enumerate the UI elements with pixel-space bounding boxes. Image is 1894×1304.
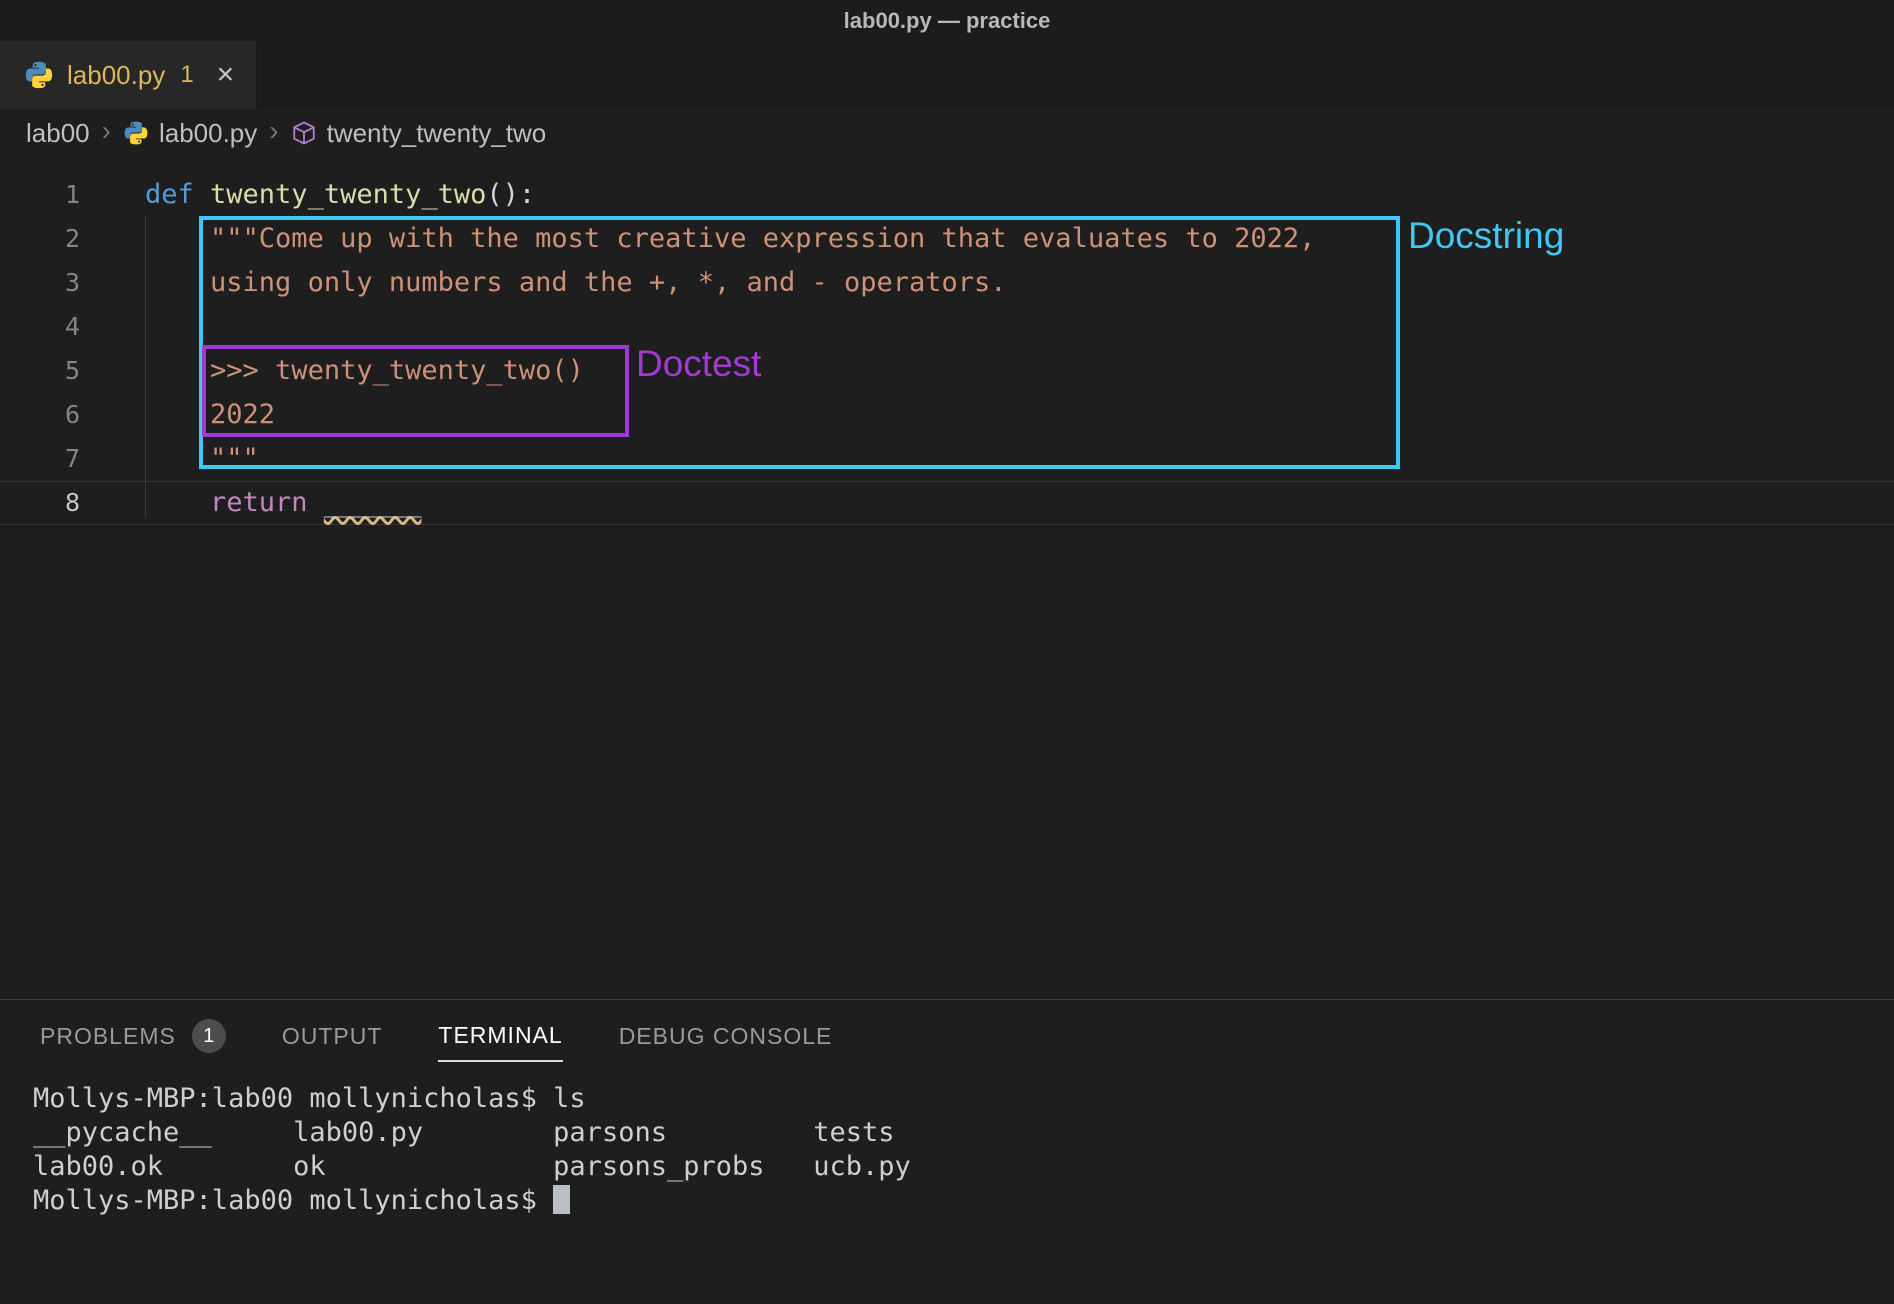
- terminal[interactable]: Mollys-MBP:lab00 mollynicholas$ ls__pyca…: [0, 1072, 1894, 1218]
- line-number: 4: [0, 305, 100, 349]
- code-lines: 1def twenty_twenty_two():2 """Come up wi…: [0, 173, 1894, 525]
- panel-tab-problems[interactable]: PROBLEMS 1: [40, 1010, 226, 1062]
- code-token: [145, 355, 210, 386]
- terminal-line: lab00.ok ok parsons_probs ucb.py: [33, 1150, 1894, 1184]
- code-token: """: [210, 443, 259, 474]
- code-token: >>> twenty_twenty_two(): [210, 355, 584, 386]
- code-text: """Come up with the most creative expres…: [100, 217, 1315, 261]
- panel-tab-label: TERMINAL: [438, 1022, 562, 1049]
- breadcrumb-file[interactable]: lab00.py: [159, 118, 257, 149]
- code-line[interactable]: 5 >>> twenty_twenty_two(): [0, 349, 1894, 393]
- code-token: [145, 399, 210, 430]
- code-token: [145, 267, 210, 298]
- vscode-window: lab00.py — practice lab00.py 1 × lab00 ›…: [0, 0, 1894, 1304]
- breadcrumb-symbol[interactable]: twenty_twenty_two: [327, 118, 547, 149]
- editor-tab-lab00[interactable]: lab00.py 1 ×: [0, 41, 257, 109]
- code-editor[interactable]: 1def twenty_twenty_two():2 """Come up wi…: [0, 157, 1894, 999]
- line-number: 1: [0, 173, 100, 217]
- tab-problem-count: 1: [180, 61, 193, 89]
- line-number: 8: [0, 481, 100, 525]
- code-text: 2022: [100, 393, 275, 437]
- python-file-icon: [24, 60, 54, 90]
- panel-tab-terminal[interactable]: TERMINAL: [438, 1010, 562, 1062]
- code-text: >>> twenty_twenty_two(): [100, 349, 584, 393]
- python-file-icon: [123, 120, 149, 146]
- code-line[interactable]: 8 return ______: [0, 481, 1894, 525]
- panel-tab-label: OUTPUT: [282, 1023, 383, 1050]
- line-number: 2: [0, 217, 100, 261]
- code-token: twenty_twenty_two: [210, 179, 486, 210]
- panel-tab-label: PROBLEMS: [40, 1023, 176, 1050]
- terminal-cursor: [553, 1185, 570, 1214]
- code-line[interactable]: 7 """: [0, 437, 1894, 481]
- code-text: def twenty_twenty_two():: [100, 173, 535, 217]
- tab-label: lab00.py: [67, 60, 165, 91]
- line-number: 7: [0, 437, 100, 481]
- code-text: [100, 305, 145, 349]
- line-number: 6: [0, 393, 100, 437]
- code-token: [145, 487, 210, 518]
- panel-tab-debug-console[interactable]: DEBUG CONSOLE: [619, 1010, 833, 1062]
- code-token: 2022: [210, 399, 275, 430]
- code-text: using only numbers and the +, *, and - o…: [100, 261, 1007, 305]
- panel-tabs: PROBLEMS 1 OUTPUT TERMINAL DEBUG CONSOLE: [0, 1000, 1894, 1072]
- panel-tab-output[interactable]: OUTPUT: [282, 1010, 383, 1062]
- code-text: """: [100, 437, 259, 481]
- code-token: using only numbers and the +, *, and - o…: [210, 267, 1007, 298]
- code-token: def: [145, 179, 210, 210]
- chevron-right-icon: ›: [267, 117, 280, 149]
- code-token: [145, 223, 210, 254]
- code-line[interactable]: 6 2022: [0, 393, 1894, 437]
- window-title: lab00.py — practice: [844, 8, 1051, 34]
- line-number: 3: [0, 261, 100, 305]
- breadcrumb: lab00 › lab00.py › twenty_twenty_two: [0, 109, 1894, 157]
- indent-guide: [145, 217, 146, 517]
- code-token: [145, 443, 210, 474]
- panel-tab-label: DEBUG CONSOLE: [619, 1023, 833, 1050]
- chevron-right-icon: ›: [100, 117, 113, 149]
- code-token: return: [210, 487, 324, 518]
- breadcrumb-folder[interactable]: lab00: [26, 118, 90, 149]
- code-line[interactable]: 4: [0, 305, 1894, 349]
- problems-badge: 1: [192, 1019, 226, 1053]
- code-line[interactable]: 1def twenty_twenty_two():: [0, 173, 1894, 217]
- code-line[interactable]: 2 """Come up with the most creative expr…: [0, 217, 1894, 261]
- close-tab-icon[interactable]: ×: [217, 60, 235, 90]
- terminal-line: Mollys-MBP:lab00 mollynicholas$ ls: [33, 1082, 1894, 1116]
- tab-bar: lab00.py 1 ×: [0, 41, 1894, 109]
- line-number: 5: [0, 349, 100, 393]
- bottom-panel: PROBLEMS 1 OUTPUT TERMINAL DEBUG CONSOLE Mol…: [0, 999, 1894, 1304]
- terminal-output: Mollys-MBP:lab00 mollynicholas$ ls__pyca…: [33, 1082, 1894, 1184]
- terminal-prompt: Mollys-MBP:lab00 mollynicholas$: [33, 1185, 553, 1216]
- code-text: return ______: [100, 481, 421, 525]
- code-token: """Come up with the most creative expres…: [210, 223, 1315, 254]
- symbol-method-icon: [291, 120, 317, 146]
- terminal-line: __pycache__ lab00.py parsons tests: [33, 1116, 1894, 1150]
- terminal-prompt-line: Mollys-MBP:lab00 mollynicholas$: [33, 1184, 1894, 1218]
- titlebar: lab00.py — practice: [0, 0, 1894, 41]
- code-token: ______: [324, 487, 422, 518]
- code-token: ():: [486, 179, 535, 210]
- code-line[interactable]: 3 using only numbers and the +, *, and -…: [0, 261, 1894, 305]
